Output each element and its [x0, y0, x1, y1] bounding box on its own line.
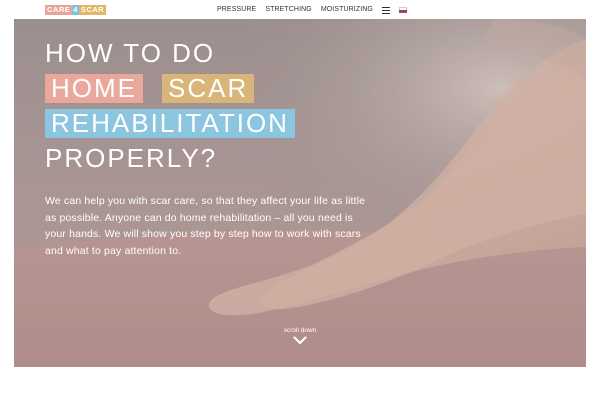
headline-tag-home: HOME: [45, 74, 143, 103]
language-flag-icon[interactable]: [398, 7, 407, 14]
main-nav: PRESSURE STRETCHING MOISTURIZING: [217, 5, 407, 15]
care4scar-logo[interactable]: CARE 4 SCAR: [45, 5, 107, 15]
hero-section: HOW TO DO HOME SCAR REHABILITATION PROPE…: [14, 19, 586, 367]
scroll-down-label: scroll down: [283, 327, 317, 334]
logo-part-care: CARE: [45, 5, 73, 15]
top-navigation-bar: CARE 4 SCAR PRESSURE STRETCHING MOISTURIZI…: [0, 0, 600, 19]
headline-line-1: HOW TO DO: [45, 38, 216, 68]
scroll-down-control[interactable]: scroll down: [14, 327, 586, 345]
headline-tag-scar: SCAR: [162, 74, 255, 103]
headline-tag-rehabilitation: REHABILITATION: [45, 109, 295, 138]
hero-headline: HOW TO DO HOME SCAR REHABILITATION PROPE…: [45, 39, 295, 173]
headline-line-4: PROPERLY?: [45, 143, 218, 173]
logo-part-4: 4: [72, 5, 79, 15]
logo-part-scar: SCAR: [78, 5, 107, 15]
nav-link-pressure[interactable]: PRESSURE: [217, 5, 256, 15]
hero-description: We can help you with scar care, so that …: [45, 195, 366, 257]
chevron-down-icon[interactable]: [293, 336, 307, 345]
nav-link-stretching[interactable]: STRETCHING: [265, 5, 312, 15]
nav-link-moisturizing[interactable]: MOISTURIZING: [321, 5, 373, 15]
hamburger-menu-icon[interactable]: [381, 6, 390, 14]
